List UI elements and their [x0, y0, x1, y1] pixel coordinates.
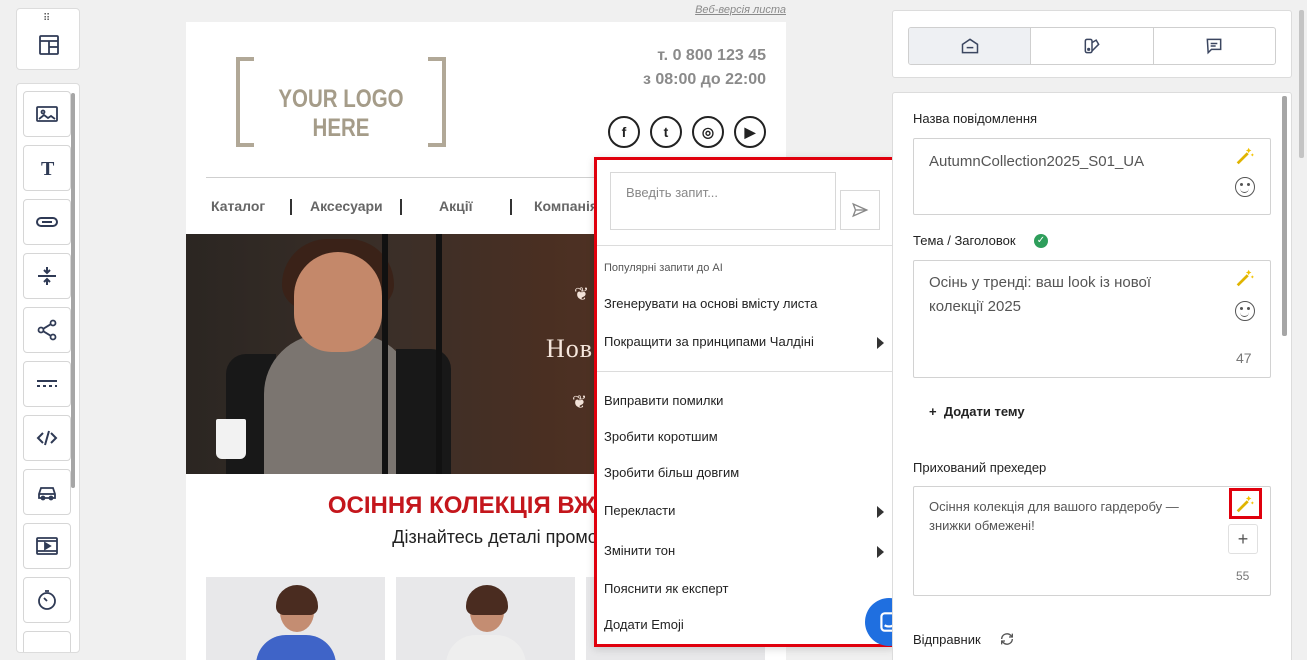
check-icon: ✓ [1034, 234, 1048, 248]
layout-icon [39, 35, 59, 55]
ai-item-generate[interactable]: Згенерувати на основі вмісту листа [604, 296, 884, 314]
social-links: f t ◎ ▶ [608, 116, 766, 148]
ai-item-shorter[interactable]: Зробити коротшим [604, 429, 884, 447]
panel-scrollbar[interactable] [1282, 96, 1287, 336]
image-block-button[interactable] [23, 91, 71, 137]
hero-title: Нов [546, 334, 594, 363]
product-card[interactable] [396, 577, 575, 660]
nav-promotions[interactable]: Акції [439, 198, 473, 214]
send-icon [852, 202, 869, 218]
spacer-block-button[interactable] [23, 253, 71, 299]
magic-wand-icon[interactable] [1234, 267, 1256, 289]
page-scrollbar[interactable] [1299, 10, 1304, 158]
ai-item-expert[interactable]: Пояснити як експерт [604, 581, 884, 599]
preheader-label: Прихований прехедер [913, 460, 1047, 475]
youtube-icon[interactable]: ▶ [734, 116, 766, 148]
chevron-right-icon [877, 337, 884, 349]
timer-block-button[interactable] [23, 577, 71, 623]
contact-phone[interactable]: т. 0 800 123 45 з 08:00 до 22:00 [643, 44, 766, 92]
palette-icon [1084, 38, 1100, 54]
code-icon [36, 430, 58, 446]
svg-text:T: T [41, 158, 55, 180]
subject-label: Тема / Заголовок [913, 233, 1016, 248]
sender-label: Відправник [913, 632, 981, 647]
logo-text: YOUR LOGO HERE [278, 85, 404, 142]
car-icon [38, 487, 56, 501]
ai-item-longer[interactable]: Зробити більш довгим [604, 465, 884, 483]
subject-char-count: 47 [1236, 350, 1252, 366]
image-icon [36, 106, 58, 122]
message-name-field[interactable]: AutumnCollection2025_S01_UA [913, 138, 1271, 215]
ai-item-translate[interactable]: Перекласти [604, 503, 884, 521]
twitter-icon[interactable]: t [650, 116, 682, 148]
divider-icon [37, 380, 57, 387]
emoji-icon[interactable] [1235, 177, 1255, 197]
mail-settings-icon [961, 38, 978, 54]
toolbar-top: ⠿ [16, 8, 80, 70]
divider-block-button[interactable] [23, 361, 71, 407]
button-block-button[interactable] [23, 199, 71, 245]
instagram-icon[interactable]: ◎ [692, 116, 724, 148]
video-icon [36, 537, 58, 555]
preheader-char-count: 55 [1236, 569, 1250, 583]
text-block-button[interactable]: T [23, 145, 71, 191]
highlighted-wand-frame [1229, 488, 1262, 519]
timer-icon [38, 590, 56, 610]
comment-icon [1206, 38, 1222, 55]
product-card[interactable] [206, 577, 385, 660]
emoji-icon[interactable] [1235, 301, 1255, 321]
layout-blocks-button[interactable] [24, 25, 74, 65]
social-block-button[interactable] [23, 307, 71, 353]
add-preheader-button[interactable]: + [1228, 524, 1258, 554]
nav-company[interactable]: Компанія [534, 198, 598, 214]
web-version-link[interactable]: Веб-версія листа [690, 4, 786, 16]
preheader-field[interactable]: Осіння колекція для вашого гардеробу — з… [913, 486, 1271, 596]
drag-grip-icon[interactable]: ⠿ [43, 14, 50, 24]
more-block-button[interactable] [23, 631, 71, 652]
refresh-icon[interactable] [999, 631, 1015, 647]
ai-assistant-popup: Введіть запит... Популярні запити до AI … [594, 157, 895, 647]
chevron-right-icon [877, 546, 884, 558]
nav-catalog[interactable]: Каталог [211, 198, 265, 214]
subject-field[interactable]: Осінь у тренді: ваш look із нової колекц… [913, 260, 1271, 378]
html-block-button[interactable] [23, 415, 71, 461]
product-block-button[interactable] [23, 469, 71, 515]
leaf-icon: ❦ [574, 284, 590, 304]
add-subject-button[interactable]: + Додати тему [929, 404, 1025, 419]
settings-tabs [892, 10, 1292, 78]
magic-wand-icon[interactable] [1234, 145, 1256, 167]
send-button[interactable] [840, 190, 880, 230]
leaf-icon: ❦ [572, 392, 588, 412]
message-name-label: Назва повідомлення [913, 111, 1038, 126]
facebook-icon[interactable]: f [608, 116, 640, 148]
logo-placeholder[interactable]: YOUR LOGO HERE [236, 57, 446, 147]
ai-section-title: Популярні запити до AI [604, 262, 723, 274]
ai-item-change-tone[interactable]: Змінити тон [604, 543, 884, 561]
video-block-button[interactable] [23, 523, 71, 569]
message-settings-panel: Назва повідомлення AutumnCollection2025_… [892, 92, 1292, 660]
ai-item-emoji[interactable]: Додати Emoji [604, 617, 884, 635]
ai-item-fix-errors[interactable]: Виправити помилки [604, 393, 884, 411]
tab-appearance[interactable] [1031, 28, 1154, 64]
ai-query-input[interactable]: Введіть запит... [610, 172, 836, 230]
share-icon [37, 319, 57, 341]
button-icon [36, 217, 58, 227]
text-icon: T [41, 158, 55, 180]
spacer-icon [38, 267, 56, 285]
tab-comments[interactable] [1154, 28, 1275, 64]
toolbar-scrollbar[interactable] [71, 93, 75, 488]
tab-message-settings[interactable] [909, 28, 1032, 64]
ai-item-cialdini[interactable]: Покращити за принципами Чалдіні [604, 334, 884, 352]
nav-accessories[interactable]: Аксесуари [310, 198, 383, 214]
chevron-right-icon [877, 506, 884, 518]
